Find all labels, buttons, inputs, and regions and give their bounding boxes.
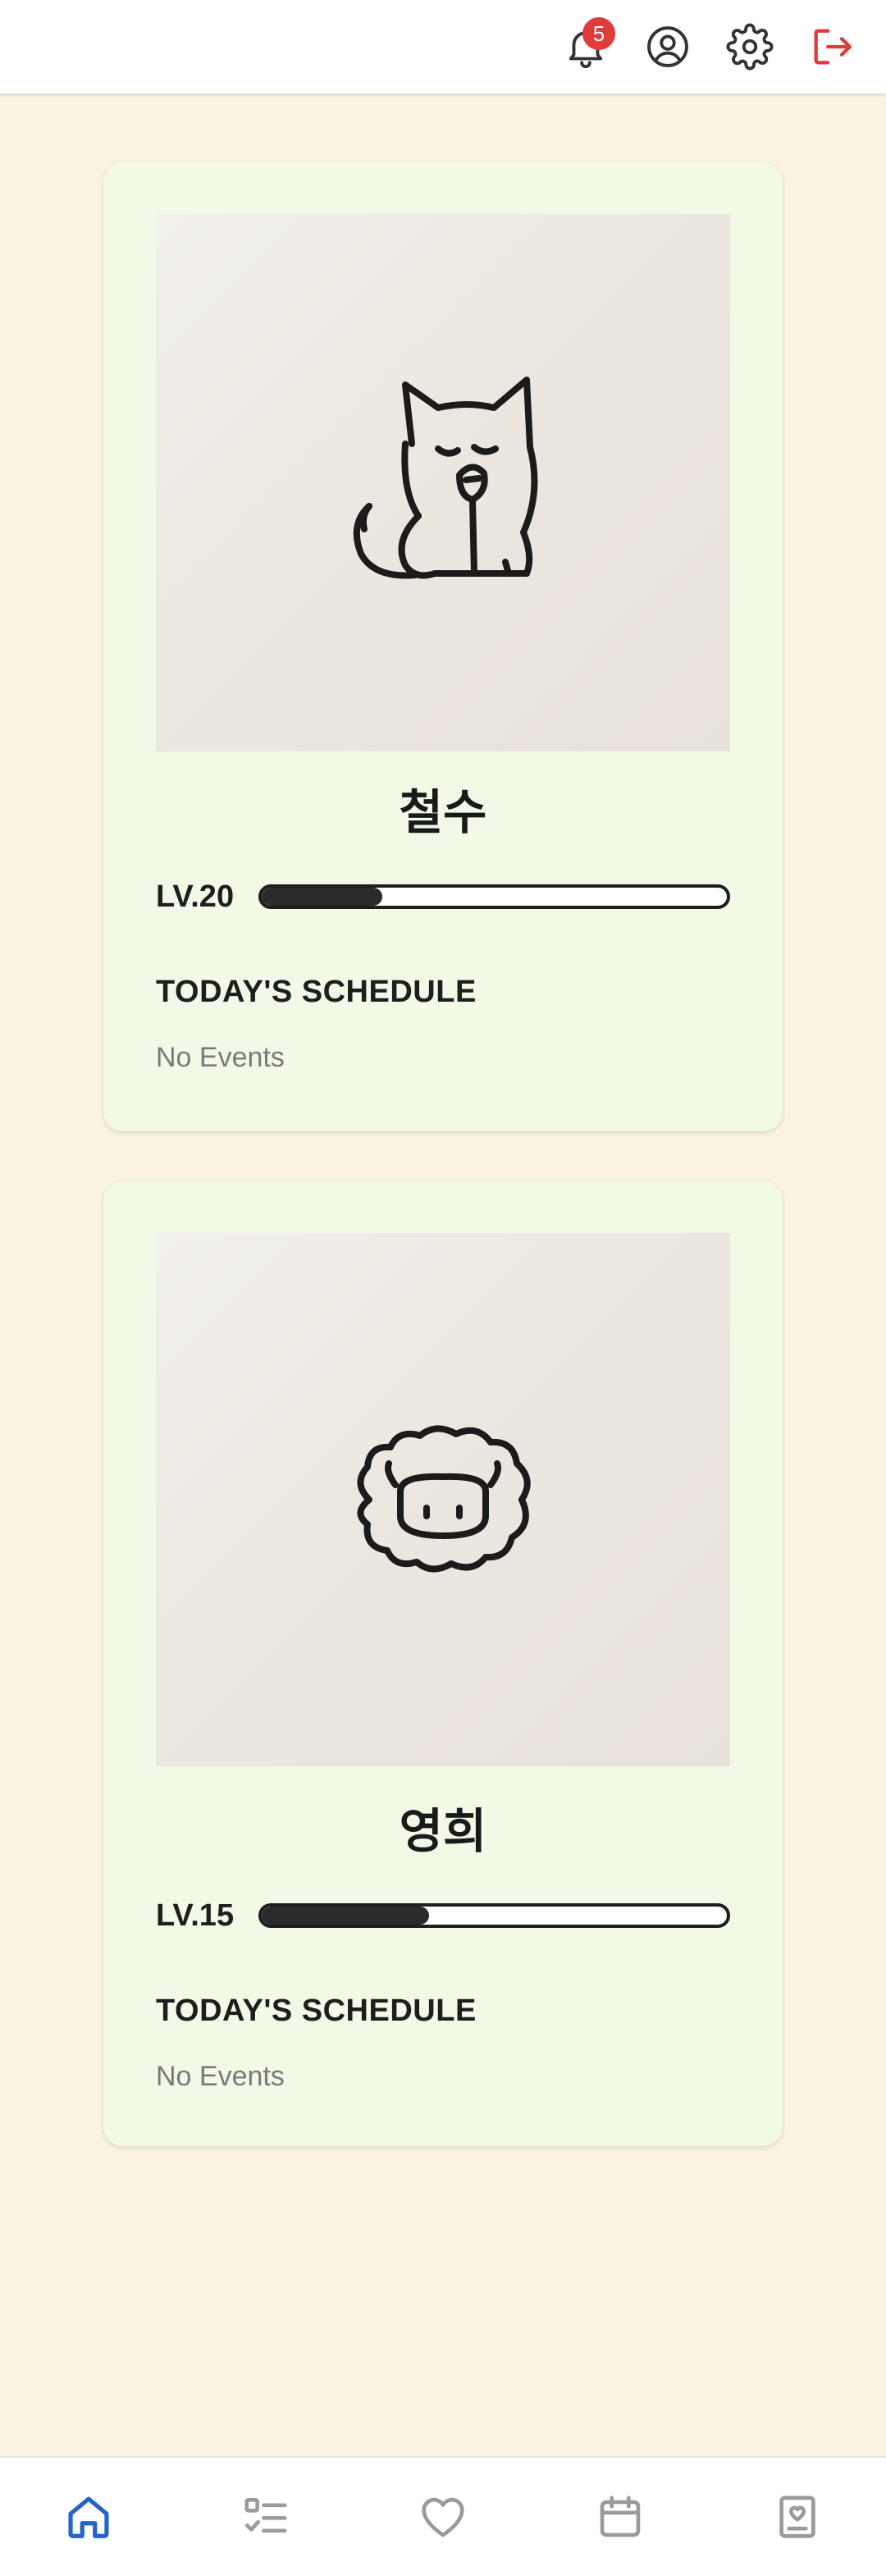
nav-tasks[interactable]: [229, 2480, 303, 2554]
level-row: LV.15: [156, 1898, 730, 1933]
bottom-navigation: [0, 2456, 886, 2576]
level-label: LV.20: [156, 879, 235, 914]
notification-badge: 5: [582, 17, 615, 50]
user-circle-icon: [647, 26, 688, 67]
logout-button[interactable]: [807, 22, 856, 71]
schedule-title: TODAY'S SCHEDULE: [156, 975, 477, 1009]
level-progress-bar: [258, 1903, 730, 1928]
level-label: LV.15: [156, 1898, 235, 1933]
level-progress-bar: [258, 884, 730, 909]
schedule-empty-text: No Events: [156, 1042, 285, 1073]
nav-favorites[interactable]: [406, 2480, 480, 2554]
character-image: [156, 1233, 730, 1766]
calendar-icon: [600, 2496, 641, 2537]
character-card[interactable]: 영희 LV.15 TODAY'S SCHEDULE No Events: [103, 1181, 783, 2146]
notifications-button[interactable]: 5: [561, 17, 615, 71]
logout-icon: [814, 29, 852, 65]
level-progress-fill: [262, 888, 383, 906]
schedule-empty-text: No Events: [156, 2061, 285, 2092]
profile-button[interactable]: [643, 22, 692, 71]
nav-home[interactable]: [52, 2480, 126, 2554]
home-icon: [68, 2496, 109, 2538]
character-name: 영희: [399, 1805, 487, 1858]
schedule-title: TODAY'S SCHEDULE: [156, 1994, 477, 2028]
level-progress-fill: [262, 1907, 430, 1925]
heart-icon: [422, 2497, 464, 2537]
settings-button[interactable]: [725, 22, 774, 71]
level-row: LV.20: [156, 879, 730, 914]
top-app-bar: 5: [0, 0, 886, 94]
nav-diary[interactable]: [760, 2480, 834, 2554]
sheep-drawing-icon: [357, 1425, 531, 1573]
diary-icon: [779, 2496, 815, 2538]
gear-icon: [726, 23, 774, 71]
character-card[interactable]: 철수 LV.20 TODAY'S SCHEDULE No Events: [103, 162, 783, 1131]
character-name: 철수: [399, 786, 487, 839]
cat-drawing-icon: [353, 376, 538, 578]
checklist-icon: [244, 2498, 287, 2533]
nav-calendar[interactable]: [583, 2480, 657, 2554]
character-image: [156, 214, 730, 751]
